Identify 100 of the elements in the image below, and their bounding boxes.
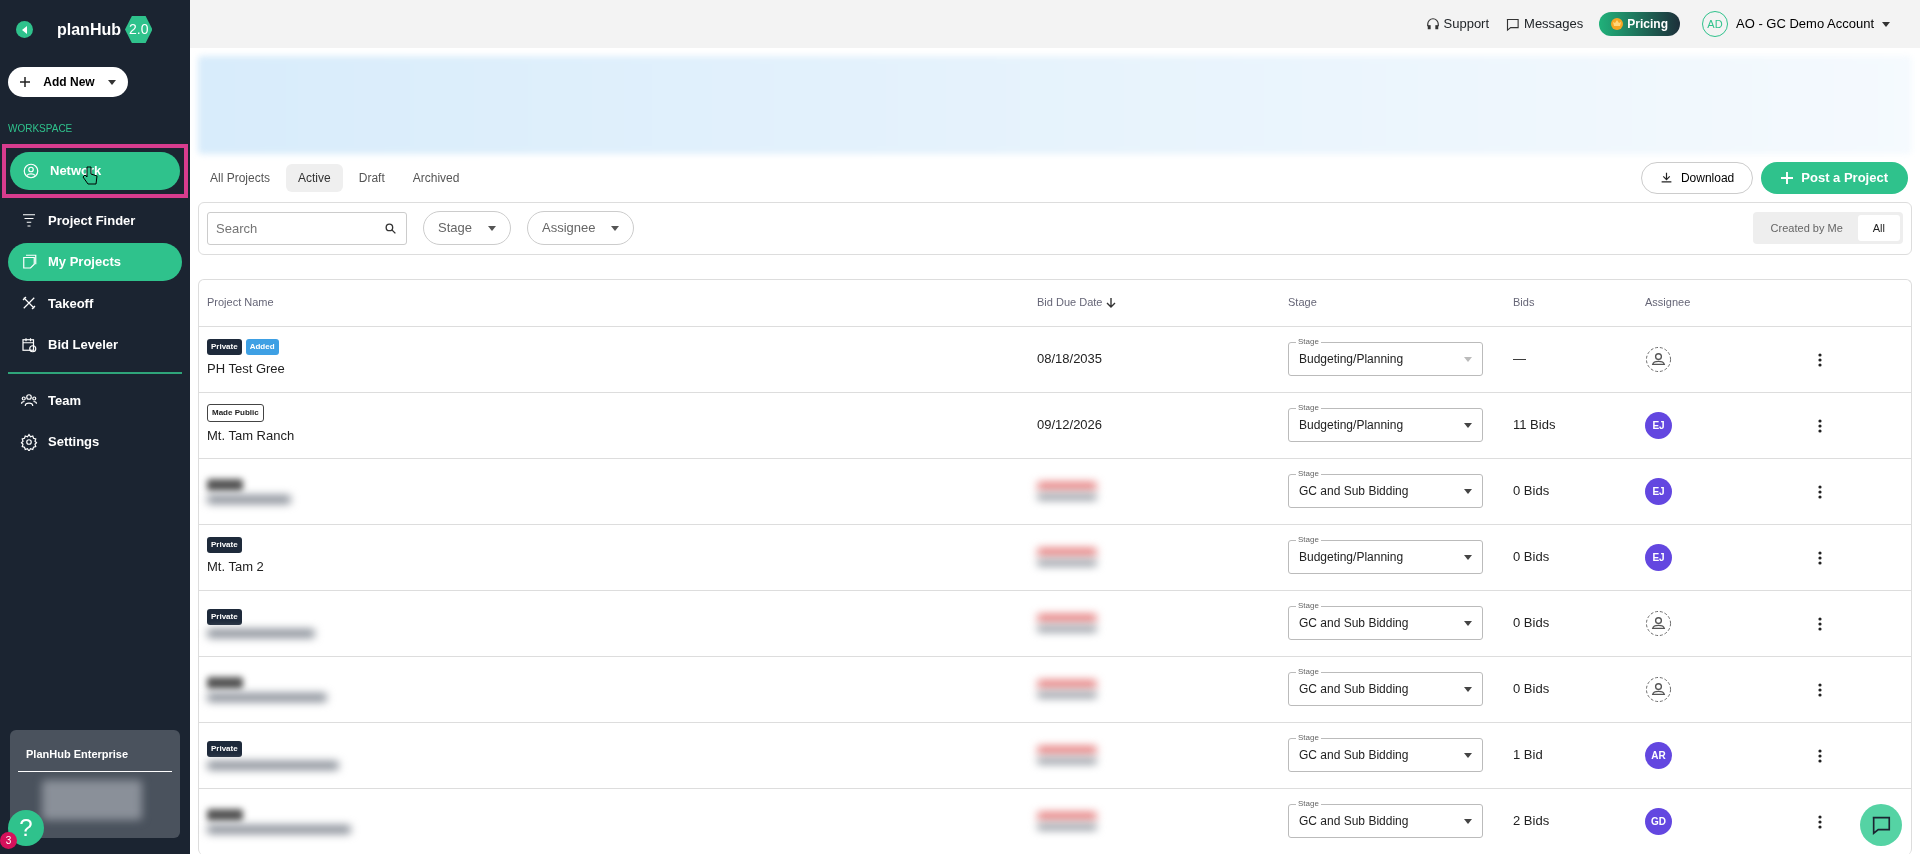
blurred-badge xyxy=(207,478,243,491)
more-vertical-icon xyxy=(1818,814,1822,829)
stage-value: GC and Sub Bidding xyxy=(1299,813,1409,830)
floating-label: Stage xyxy=(1296,402,1321,414)
brand-name: planHub xyxy=(57,19,121,40)
sidebar-item[interactable]: Takeoff xyxy=(8,284,182,322)
sidebar-item[interactable]: Bid Leveler xyxy=(8,326,182,364)
tab[interactable]: All Projects xyxy=(198,163,283,192)
plus-icon xyxy=(1781,171,1794,184)
floating-label: Stage xyxy=(1296,534,1321,546)
more-vertical-icon xyxy=(1818,352,1822,367)
headset-icon xyxy=(1425,17,1440,31)
version-badge: 2.0 xyxy=(125,16,153,43)
more-vertical-icon xyxy=(1818,682,1822,697)
plus-icon xyxy=(20,77,30,87)
stage-value: GC and Sub Bidding xyxy=(1299,483,1409,500)
document-icon xyxy=(20,252,38,271)
stage-filter[interactable]: Stage xyxy=(423,211,511,245)
account-menu[interactable]: AD AO - GC Demo Account xyxy=(1696,10,1896,38)
floating-label: Stage xyxy=(1296,468,1321,480)
section-label: WORKSPACE xyxy=(7,122,74,136)
floating-label: Stage xyxy=(1296,732,1321,744)
download-icon xyxy=(1659,171,1673,185)
settings-icon xyxy=(20,432,38,451)
messages-link[interactable]: Messages xyxy=(1505,14,1584,34)
chat-bubble-icon xyxy=(1505,16,1521,32)
download-button[interactable]: Download xyxy=(1640,162,1754,194)
status-badge: Private xyxy=(207,339,242,356)
stage-value: GC and Sub Bidding xyxy=(1299,747,1409,764)
caret-icon xyxy=(611,225,620,231)
bid-count: 0 Bids xyxy=(1512,614,1551,633)
user-icon xyxy=(22,161,40,180)
floating-label: Stage xyxy=(1296,600,1321,612)
scope-option[interactable]: All xyxy=(1857,214,1900,242)
add-new-button[interactable]: Add New xyxy=(8,67,128,97)
unassigned-user-icon xyxy=(1645,609,1672,637)
card-title: PlanHub Enterprise xyxy=(18,746,172,772)
more-vertical-icon xyxy=(1818,748,1822,763)
blurred-date xyxy=(1037,548,1097,566)
support-label: Support xyxy=(1443,15,1490,34)
status-badge: Private xyxy=(207,740,242,757)
assignee-avatar: EJ xyxy=(1645,411,1672,439)
stage-value: Budgeting/Planning xyxy=(1299,417,1404,434)
bid-count: 1 Bid xyxy=(1512,746,1544,765)
unassigned-user-icon xyxy=(1645,675,1672,703)
bid-count: 0 Bids xyxy=(1512,680,1551,699)
collapse-button[interactable] xyxy=(16,21,33,38)
status-badge: Private xyxy=(207,608,242,625)
search-field[interactable]: Search xyxy=(207,211,407,245)
stage-value: GC and Sub Bidding xyxy=(1299,681,1409,698)
more-vertical-icon xyxy=(1818,550,1822,565)
floating-label: Stage xyxy=(1296,336,1321,348)
stage-value: Budgeting/Planning xyxy=(1299,351,1404,368)
assignee-avatar: GD xyxy=(1645,807,1672,835)
due-date: 09/12/2026 xyxy=(1037,417,1103,433)
tab[interactable]: Archived xyxy=(400,163,472,192)
sidebar-item[interactable]: Team xyxy=(8,381,182,419)
sidebar-item[interactable]: Project Finder xyxy=(8,201,182,239)
chat-icon xyxy=(1870,814,1892,836)
account-name: AO - GC Demo Account xyxy=(1736,15,1874,34)
status-badge: Made Public xyxy=(207,404,264,423)
stage-value: GC and Sub Bidding xyxy=(1299,615,1409,632)
caret-icon xyxy=(488,225,496,231)
assignee-avatar: AR xyxy=(1645,741,1672,769)
sort-down-icon xyxy=(1106,297,1117,308)
scope-option[interactable]: Created by Me xyxy=(1755,214,1858,242)
more-vertical-icon xyxy=(1818,418,1822,433)
more-vertical-icon xyxy=(1818,616,1822,631)
bid-count: 0 Bids xyxy=(1512,548,1551,567)
blurred-badge xyxy=(207,808,243,821)
blurred-date xyxy=(1037,680,1097,698)
bid-count: 0 Bids xyxy=(1512,482,1551,501)
more-vertical-icon xyxy=(1818,484,1822,499)
bid-count: — xyxy=(1512,350,1527,369)
bid-count: 11 Bids xyxy=(1512,416,1557,435)
tab[interactable]: Draft xyxy=(346,163,397,192)
unassigned-user-icon xyxy=(1645,345,1672,373)
assignee-filter[interactable]: Assignee xyxy=(527,211,635,245)
support-link[interactable]: Support xyxy=(1425,14,1490,34)
assignee-avatar: EJ xyxy=(1645,543,1672,571)
pricing-button[interactable]: Pricing xyxy=(1599,12,1680,36)
floating-label: Stage xyxy=(1296,666,1321,678)
project-name: Mt. Tam 2 xyxy=(207,558,265,577)
blurred-badge xyxy=(207,676,243,689)
back-arrow-icon xyxy=(20,25,29,34)
floating-label: Stage xyxy=(1296,798,1321,810)
caret-icon xyxy=(108,79,116,85)
column-header: Project Name xyxy=(206,295,275,311)
column-header: Bids xyxy=(1512,295,1536,311)
funnel-icon xyxy=(20,211,38,230)
project-name: Mt. Tam Ranch xyxy=(207,427,296,446)
messages-label: Messages xyxy=(1524,15,1584,34)
blurred-date xyxy=(1037,812,1097,830)
status-badge: Private xyxy=(207,537,242,554)
tab[interactable]: Active xyxy=(286,163,343,192)
notification-count: 3 xyxy=(0,832,17,849)
blurred-date xyxy=(1037,614,1097,632)
column-header-sortable[interactable]: Bid Due Date xyxy=(1037,294,1103,311)
due-date: 08/18/2035 xyxy=(1037,351,1103,367)
sidebar-item[interactable]: Settings xyxy=(8,423,182,461)
